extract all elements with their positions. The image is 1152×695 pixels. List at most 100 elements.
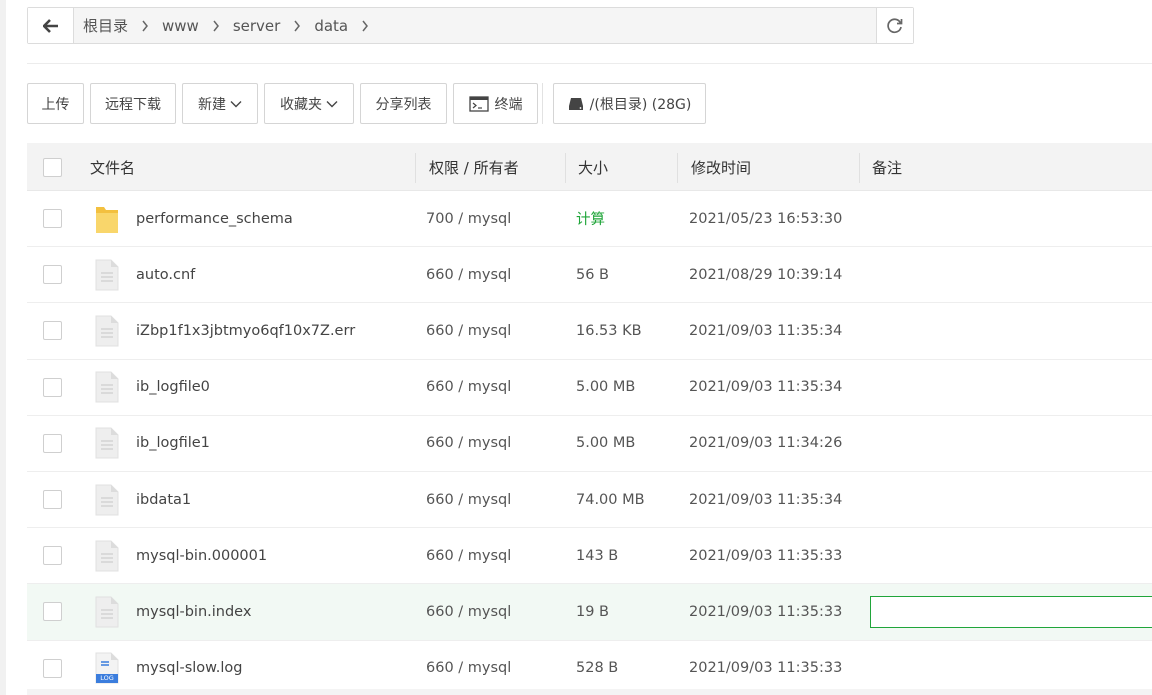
file-permission[interactable]: 660 / mysql [426, 303, 511, 358]
table-row[interactable]: LOG mysql-slow.log 660 / mysql 528 B 2021/09… [27, 641, 1152, 695]
table-body: performance_schema 700 / mysql 计算 2021/05/2… [27, 191, 1152, 695]
file-name[interactable]: performance_schema [136, 191, 293, 246]
refresh-icon [887, 17, 903, 33]
file-name[interactable]: auto.cnf [136, 247, 195, 302]
file-permission[interactable]: 660 / mysql [426, 360, 511, 415]
file-size[interactable]: 计算 [576, 191, 605, 246]
select-all-checkbox[interactable] [43, 158, 62, 177]
toolbar-separator [542, 83, 543, 124]
terminal-icon [468, 95, 489, 112]
column-header-mtime[interactable]: 修改时间 [691, 143, 751, 191]
file-size: 19 B [576, 603, 610, 620]
file-name[interactable]: mysql-bin.000001 [136, 528, 267, 583]
file-mtime: 2021/09/03 11:34:26 [689, 435, 843, 452]
row-checkbox[interactable] [43, 265, 62, 285]
breadcrumb-server[interactable]: server [233, 17, 280, 35]
file-mtime: 2021/09/03 11:35:33 [689, 603, 843, 620]
file-name[interactable]: ib_logfile0 [136, 360, 210, 415]
file-size: 143 B [576, 547, 619, 564]
table-header: 文件名 权限 / 所有者 大小 修改时间 备注 [27, 143, 1152, 191]
file-icon [95, 484, 119, 516]
chevron-right-icon [280, 20, 314, 32]
file-name[interactable]: mysql-slow.log [136, 641, 242, 695]
file-mtime: 2021/09/03 11:35:33 [689, 660, 843, 677]
column-separator [677, 153, 678, 183]
note-input[interactable] [870, 596, 1152, 629]
file-icon [95, 371, 119, 403]
file-size: 528 B [576, 660, 619, 677]
file-permission[interactable]: 700 / mysql [426, 191, 511, 246]
divider [27, 63, 1152, 64]
new-button[interactable]: 新建 [182, 83, 258, 124]
row-checkbox[interactable] [43, 433, 62, 453]
column-separator [565, 153, 566, 183]
file-size: 5.00 MB [576, 379, 636, 396]
table-row[interactable]: ib_logfile1 660 / mysql 5.00 MB 2021/09/03 … [27, 416, 1152, 472]
disk-button[interactable]: /(根目录) (28G) [553, 83, 706, 124]
file-name[interactable]: iZbp1f1x3jbtmyo6qf10x7Z.err [136, 303, 355, 358]
file-name[interactable]: mysql-bin.index [136, 584, 251, 639]
row-checkbox[interactable] [43, 602, 62, 622]
back-button[interactable] [28, 8, 74, 43]
file-size: 5.00 MB [576, 435, 636, 452]
remote-download-label: 远程下载 [105, 96, 161, 113]
breadcrumb-root[interactable]: 根目录 [83, 15, 128, 36]
table-row[interactable]: ibdata1 660 / mysql 74.00 MB 2021/09/03 11:… [27, 472, 1152, 529]
chevron-right-icon [348, 20, 382, 32]
table-row[interactable]: iZbp1f1x3jbtmyo6qf10x7Z.err 660 / mysql 16… [27, 303, 1152, 360]
table-row[interactable]: performance_schema 700 / mysql 计算 2021/05/2… [27, 191, 1152, 248]
breadcrumb-www[interactable]: www [162, 17, 199, 35]
column-header-size[interactable]: 大小 [578, 143, 608, 191]
row-checkbox[interactable] [43, 377, 62, 397]
file-mtime: 2021/08/29 10:39:14 [689, 266, 843, 283]
file-mtime: 2021/09/03 11:35:34 [689, 379, 843, 396]
file-name[interactable]: ib_logfile1 [136, 416, 210, 471]
table-row[interactable]: mysql-bin.index 660 / mysql 19 B 2021/09/03… [27, 584, 1152, 641]
toolbar: 上传 远程下载 新建 收藏夹 分享列表 终端 /(根目录) (28G) [27, 83, 712, 124]
row-checkbox[interactable] [43, 546, 62, 566]
file-size: 56 B [576, 266, 610, 283]
new-label: 新建 [198, 96, 226, 113]
column-header-note[interactable]: 备注 [872, 143, 902, 191]
log-file-icon: LOG [95, 652, 119, 684]
file-mtime: 2021/09/03 11:35:34 [689, 491, 843, 508]
remote-download-button[interactable]: 远程下载 [90, 83, 176, 124]
file-name[interactable]: ibdata1 [136, 472, 191, 527]
chevron-down-icon [326, 100, 338, 108]
file-permission[interactable]: 660 / mysql [426, 247, 511, 302]
table-row[interactable]: auto.cnf 660 / mysql 56 B 2021/08/29 10:39:… [27, 247, 1152, 304]
terminal-button[interactable]: 终端 [453, 83, 538, 124]
table-row[interactable]: ib_logfile0 660 / mysql 5.00 MB 2021/09/03 … [27, 360, 1152, 416]
column-header-permission[interactable]: 权限 / 所有者 [429, 143, 519, 191]
file-permission[interactable]: 660 / mysql [426, 584, 511, 639]
breadcrumb: 根目录 www server data [74, 8, 876, 43]
table-row[interactable]: mysql-bin.000001 660 / mysql 143 B 2021/09/… [27, 528, 1152, 585]
favorites-label: 收藏夹 [280, 96, 322, 113]
chevron-right-icon [128, 20, 162, 32]
file-size: 16.53 KB [576, 322, 642, 339]
refresh-button[interactable] [876, 8, 913, 43]
row-checkbox[interactable] [43, 321, 62, 341]
row-checkbox[interactable] [43, 658, 62, 678]
share-list-button[interactable]: 分享列表 [360, 83, 447, 124]
file-permission[interactable]: 660 / mysql [426, 416, 511, 471]
file-mtime: 2021/09/03 11:35:34 [689, 322, 843, 339]
file-permission[interactable]: 660 / mysql [426, 472, 511, 527]
scroll-shadow [27, 689, 1152, 695]
breadcrumb-data[interactable]: data [314, 17, 348, 35]
favorites-button[interactable]: 收藏夹 [264, 83, 354, 124]
share-list-label: 分享列表 [375, 96, 432, 113]
log-icon-label: LOG [100, 674, 114, 683]
column-separator [859, 153, 860, 183]
file-permission[interactable]: 660 / mysql [426, 528, 511, 583]
chevron-right-icon [199, 20, 233, 32]
row-checkbox[interactable] [43, 209, 62, 228]
folder-icon [95, 203, 119, 235]
file-permission[interactable]: 660 / mysql [426, 641, 511, 695]
file-mtime: 2021/09/03 11:35:33 [689, 547, 843, 564]
file-table: 文件名 权限 / 所有者 大小 修改时间 备注 performance_sche… [27, 143, 1152, 695]
upload-button[interactable]: 上传 [27, 83, 84, 124]
file-icon [95, 596, 119, 628]
column-header-name[interactable]: 文件名 [90, 143, 135, 191]
row-checkbox[interactable] [43, 489, 62, 509]
